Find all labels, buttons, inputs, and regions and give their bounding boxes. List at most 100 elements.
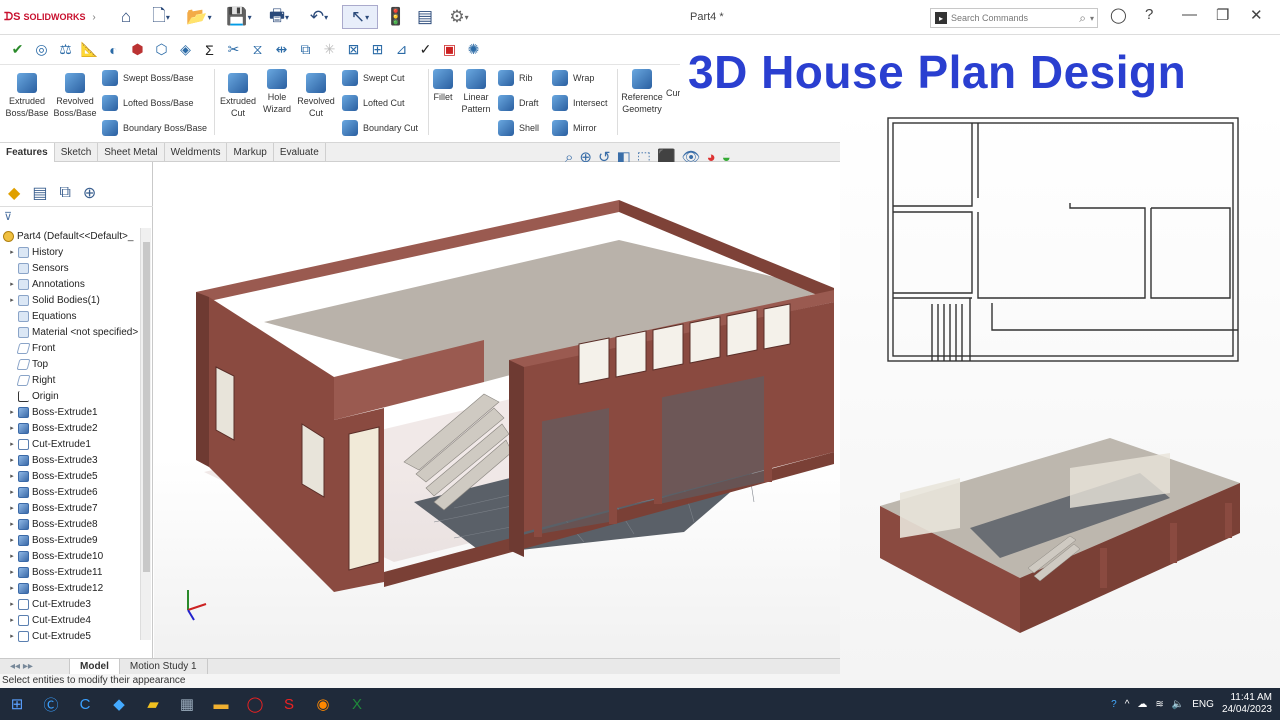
tree-item-feature[interactable]: ▸ Cut-Extrude3	[0, 596, 150, 612]
sticky-notes-icon[interactable]: ▰	[136, 688, 170, 720]
file-properties-icon[interactable]: ▤	[414, 5, 436, 29]
wrap-button[interactable]: Wrap	[552, 68, 594, 88]
section-icon[interactable]: ◐	[104, 40, 123, 59]
select-icon[interactable]: ↖ ▾	[342, 5, 378, 29]
search-dropdown-icon[interactable]: ▾	[1090, 14, 1097, 23]
lofted-cut-button[interactable]: Lofted Cut	[342, 93, 405, 113]
opera-icon[interactable]: ◯	[238, 688, 272, 720]
restore-icon[interactable]: ❐	[1216, 6, 1229, 24]
compare-icon[interactable]: ⧉	[296, 40, 315, 59]
close-icon[interactable]: ✕	[1250, 6, 1263, 24]
show-hidden-icon[interactable]: ^	[1125, 699, 1130, 710]
tree-item-feature[interactable]: ▸ Boss-Extrude3	[0, 452, 150, 468]
tree-item-front-plane[interactable]: Front	[0, 340, 150, 356]
tree-item-feature[interactable]: ▸ Boss-Extrude10	[0, 548, 150, 564]
checkmark-icon[interactable]: ✓	[416, 40, 435, 59]
save-icon[interactable]: 💾 ▾	[222, 5, 256, 29]
curves-button[interactable]: Cur	[666, 87, 680, 99]
volume-icon[interactable]: 🔈	[1172, 699, 1184, 710]
mass-properties-icon[interactable]: ⚖	[56, 40, 75, 59]
home-icon[interactable]: ⌂	[114, 5, 138, 29]
tree-item-material[interactable]: Material <not specified>	[0, 324, 150, 340]
tab-scroll-arrows-icon[interactable]: ◂◂ ▸▸	[0, 658, 70, 675]
cortana-icon[interactable]: Ⓒ	[34, 688, 68, 720]
tab-features[interactable]: Features	[0, 143, 55, 162]
move-face-icon[interactable]: ✳	[320, 40, 339, 59]
c-app-icon[interactable]: C	[68, 688, 102, 720]
spell-check-icon[interactable]: ✔	[8, 40, 27, 59]
tree-scrollbar[interactable]	[140, 228, 151, 640]
user-icon[interactable]: ◯	[1110, 6, 1127, 24]
tree-item-right-plane[interactable]: Right	[0, 372, 150, 388]
menu-expand-icon[interactable]: ›	[88, 5, 100, 29]
configuration-manager-tab-icon[interactable]: ⧉	[59, 184, 70, 202]
windows-start-icon[interactable]: ⊞	[0, 688, 34, 720]
tree-item-feature[interactable]: ▸ Cut-Extrude5	[0, 628, 150, 644]
tree-item-feature[interactable]: ▸ Boss-Extrude6	[0, 484, 150, 500]
shell-button[interactable]: Shell	[498, 118, 539, 138]
undo-icon[interactable]: ↶ ▾	[302, 5, 336, 29]
feature-manager-tab-icon[interactable]: ◆	[8, 183, 20, 203]
intersect-button[interactable]: Intersect	[552, 93, 608, 113]
scrollbar-thumb[interactable]	[143, 242, 150, 572]
onedrive-icon[interactable]: ☁	[1137, 699, 1147, 710]
draft-button[interactable]: Draft	[498, 93, 539, 113]
tree-item-equations[interactable]: Equations	[0, 308, 150, 324]
symmetry-icon[interactable]: ⧖	[248, 40, 267, 59]
zoom-icon[interactable]: ◎	[32, 40, 51, 59]
arrow-app-icon[interactable]: ◆	[102, 688, 136, 720]
report-icon[interactable]: ▣	[440, 40, 459, 59]
excel-icon[interactable]: X	[340, 688, 374, 720]
tree-item-origin[interactable]: Origin	[0, 388, 150, 404]
tab-weldments[interactable]: Weldments	[165, 143, 228, 162]
tab-evaluate[interactable]: Evaluate	[274, 143, 326, 162]
reference-geometry-button[interactable]: Reference Geometry	[620, 69, 664, 115]
search-commands[interactable]: ▸ Search Commands ⌕ ▾	[930, 8, 1098, 28]
extruded-cut-button[interactable]: Extruded Cut	[218, 73, 258, 119]
geometry-analysis-icon[interactable]: ◈	[176, 40, 195, 59]
file-explorer-icon[interactable]: ▬	[204, 688, 238, 720]
tree-item-feature[interactable]: ▸ Boss-Extrude9	[0, 532, 150, 548]
help-icon[interactable]: ?	[1145, 6, 1153, 23]
language-indicator[interactable]: ENG	[1192, 699, 1214, 710]
tree-item-annotations[interactable]: ▸ Annotations	[0, 276, 150, 292]
tab-sketch[interactable]: Sketch	[55, 143, 99, 162]
new-document-icon[interactable]: 🗋 ▾	[144, 5, 178, 29]
lofted-boss-button[interactable]: Lofted Boss/Base	[102, 93, 194, 113]
swept-boss-button[interactable]: Swept Boss/Base	[102, 68, 194, 88]
extruded-boss-button[interactable]: Extruded Boss/Base	[4, 73, 50, 119]
equations-icon[interactable]: Σ	[200, 40, 219, 59]
tree-item-feature[interactable]: ▸ Cut-Extrude4	[0, 612, 150, 628]
help-tray-icon[interactable]: ?	[1111, 699, 1117, 710]
tree-item-solid-bodies[interactable]: ▸ Solid Bodies(1)	[0, 292, 150, 308]
search-input[interactable]: Search Commands	[951, 13, 1075, 23]
open-icon[interactable]: 📂 ▾	[182, 5, 216, 29]
record-app-icon[interactable]: ◉	[306, 688, 340, 720]
rebuild-icon[interactable]: 🚦	[385, 5, 406, 29]
interference-icon[interactable]: ✂	[224, 40, 243, 59]
rib-button[interactable]: Rib	[498, 68, 533, 88]
tab-model[interactable]: Model	[70, 658, 120, 675]
property-manager-tab-icon[interactable]: ▤	[32, 183, 47, 203]
print-icon[interactable]: 🖶 ▾	[262, 5, 296, 29]
tree-item-feature[interactable]: ▸ Boss-Extrude8	[0, 516, 150, 532]
graphics-area[interactable]	[154, 162, 840, 658]
check-icon[interactable]: ⬡	[152, 40, 171, 59]
linear-pattern-button[interactable]: Linear Pattern	[458, 69, 494, 115]
tree-item-feature[interactable]: ▸ Boss-Extrude2	[0, 420, 150, 436]
hole-wizard-button[interactable]: Hole Wizard	[258, 69, 296, 115]
swept-cut-button[interactable]: Swept Cut	[342, 68, 405, 88]
dim-xpert-tab-icon[interactable]: ⊕	[83, 183, 96, 203]
options-icon[interactable]: ⚙ ▾	[442, 5, 476, 29]
tree-item-feature[interactable]: ▸ Boss-Extrude11	[0, 564, 150, 580]
tree-root-part[interactable]: Part4 (Default<<Default>_	[0, 228, 150, 244]
appearance-icon[interactable]: ⬢	[128, 40, 147, 59]
solidworks-taskbar-icon[interactable]: S	[272, 688, 306, 720]
clock[interactable]: 11:41 AM 24/04/2023	[1222, 692, 1272, 716]
split-icon[interactable]: ⇹	[272, 40, 291, 59]
solidworks-logo[interactable]: ᗪS SOLIDWORKS	[4, 8, 85, 26]
costing-icon[interactable]: ⊞	[368, 40, 387, 59]
tree-item-history[interactable]: ▸ History	[0, 244, 150, 260]
tree-item-feature[interactable]: ▸ Boss-Extrude5	[0, 468, 150, 484]
tab-motion-study[interactable]: Motion Study 1	[120, 658, 208, 675]
